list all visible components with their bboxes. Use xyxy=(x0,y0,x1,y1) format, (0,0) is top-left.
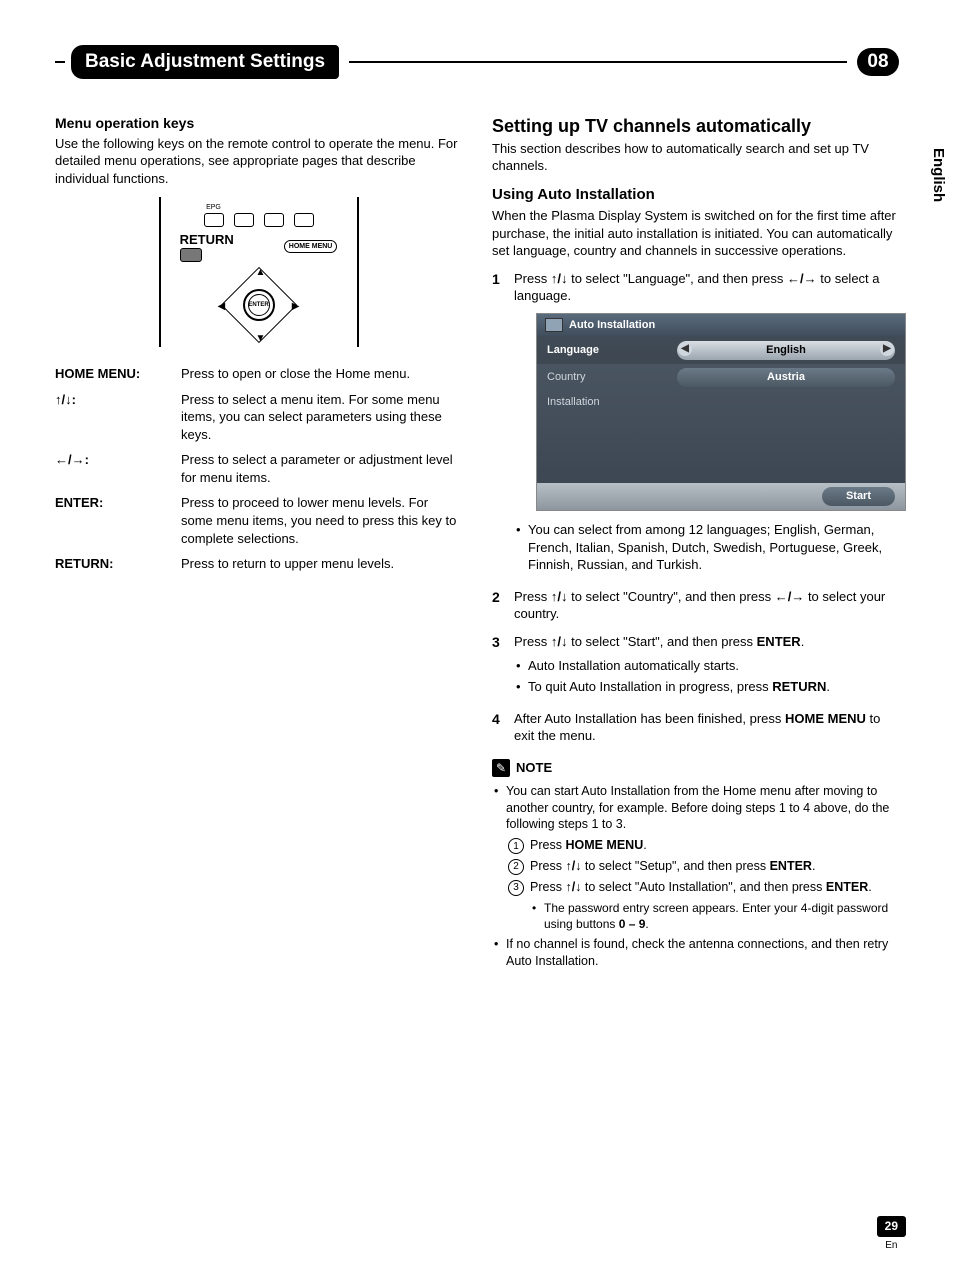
key-home-menu-desc: Press to open or close the Home menu. xyxy=(181,365,462,383)
down-arrow-icon: ▼ xyxy=(256,332,266,346)
note-step2: 2Press ↑/↓ to select "Setup", and then p… xyxy=(506,858,899,875)
language-tab: English xyxy=(924,140,952,210)
remote-button-icon xyxy=(234,213,254,227)
osd-footer: Start xyxy=(537,483,905,510)
remote-diagram: EPG RETURN HOME MENU ENTER ▲ ▼ ◀ ▶ xyxy=(159,197,359,347)
step3-bullet1: Auto Installation automatically starts. xyxy=(514,657,899,675)
osd-row-language: Language ◀English▶ xyxy=(537,337,905,364)
key-return: RETURN: xyxy=(55,555,175,573)
setting-up-heading: Setting up TV channels automatically xyxy=(492,114,899,138)
chapter-title-bar: Basic Adjustment Settings 08 xyxy=(55,45,899,79)
note-p1: You can start Auto Installation from the… xyxy=(492,783,899,933)
using-auto-install-p1: When the Plasma Display System is switch… xyxy=(492,207,899,260)
step-number: 4 xyxy=(492,710,506,745)
note-p2: If no channel is found, check the antenn… xyxy=(492,936,899,970)
chapter-number-badge: 08 xyxy=(857,48,899,76)
osd-label-installation: Installation xyxy=(547,395,677,410)
note-label: NOTE xyxy=(516,759,552,777)
note-step3: 3Press ↑/↓ to select "Auto Installation"… xyxy=(506,879,899,932)
epg-button-icon xyxy=(204,213,224,227)
step3-bullet2: To quit Auto Installation in progress, p… xyxy=(514,678,899,696)
step1-text: Press ↑/↓ to select "Language", and then… xyxy=(514,271,880,304)
right-arrow-icon: ▶ xyxy=(292,300,300,314)
step2-text: Press ↑/↓ to select "Country", and then … xyxy=(514,589,885,622)
key-leftright-desc: Press to select a parameter or adjustmen… xyxy=(181,451,462,486)
note-step3-sub: The password entry screen appears. Enter… xyxy=(530,900,899,932)
step-number: 1 xyxy=(492,270,506,578)
page-lang-code: En xyxy=(877,1239,906,1253)
left-column: Menu operation keys Use the following ke… xyxy=(55,114,462,974)
osd-row-country: Country Austria xyxy=(537,364,905,391)
right-column: Setting up TV channels automatically Thi… xyxy=(492,114,899,974)
epg-label: EPG xyxy=(204,203,224,212)
page-footer: 29 En xyxy=(877,1216,906,1252)
osd-row-installation: Installation xyxy=(537,391,905,414)
osd-value-language: ◀English▶ xyxy=(677,341,895,360)
chapter-title: Basic Adjustment Settings xyxy=(71,45,339,79)
note-heading: ✎ NOTE xyxy=(492,759,899,777)
enter-button-icon: ENTER xyxy=(248,294,270,316)
osd-title-icon xyxy=(545,318,563,332)
step3-text: Press ↑/↓ to select "Start", and then pr… xyxy=(514,634,804,649)
home-menu-pill: HOME MENU xyxy=(284,240,338,253)
step-number: 3 xyxy=(492,633,506,700)
key-updown-desc: Press to select a menu item. For some me… xyxy=(181,391,462,444)
osd-auto-installation: Auto Installation Language ◀English▶ Cou… xyxy=(536,313,906,511)
left-arrow-icon: ◀ xyxy=(678,342,692,356)
setting-up-intro: This section describes how to automatica… xyxy=(492,140,899,175)
return-label: RETURN xyxy=(180,231,234,249)
osd-label-language: Language xyxy=(547,343,677,358)
osd-title-text: Auto Installation xyxy=(569,318,655,333)
remote-button-icon xyxy=(264,213,284,227)
osd-start-button: Start xyxy=(822,487,895,506)
note-step1: 1Press HOME MENU. xyxy=(506,837,899,854)
title-line xyxy=(349,61,847,63)
key-enter: ENTER: xyxy=(55,494,175,547)
return-button-icon xyxy=(180,248,202,262)
key-return-desc: Press to return to upper menu levels. xyxy=(181,555,462,573)
key-updown: ↑/↓: xyxy=(55,391,175,444)
using-auto-install-heading: Using Auto Installation xyxy=(492,185,899,205)
note-icon: ✎ xyxy=(492,759,510,777)
osd-label-country: Country xyxy=(547,370,677,385)
step1-note: You can select from among 12 languages; … xyxy=(514,521,906,574)
key-enter-desc: Press to proceed to lower menu levels. F… xyxy=(181,494,462,547)
menu-operation-heading: Menu operation keys xyxy=(55,114,462,133)
right-arrow-icon: ▶ xyxy=(880,342,894,356)
page-number: 29 xyxy=(877,1216,906,1236)
step4-text: After Auto Installation has been finishe… xyxy=(514,711,880,744)
step-number: 2 xyxy=(492,588,506,623)
osd-value-country: Austria xyxy=(677,368,895,387)
remote-button-icon xyxy=(294,213,314,227)
up-arrow-icon: ▲ xyxy=(256,266,266,280)
install-steps: 1 Press ↑/↓ to select "Language", and th… xyxy=(492,270,899,745)
dpad-icon: ENTER ▲ ▼ ◀ ▶ xyxy=(214,268,304,343)
key-description-table: HOME MENU: Press to open or close the Ho… xyxy=(55,365,462,572)
menu-operation-intro: Use the following keys on the remote con… xyxy=(55,135,462,188)
title-line-left xyxy=(55,61,65,63)
left-arrow-icon: ◀ xyxy=(218,300,226,314)
key-leftright: ←/→: xyxy=(55,451,175,486)
key-home-menu: HOME MENU: xyxy=(55,365,175,383)
